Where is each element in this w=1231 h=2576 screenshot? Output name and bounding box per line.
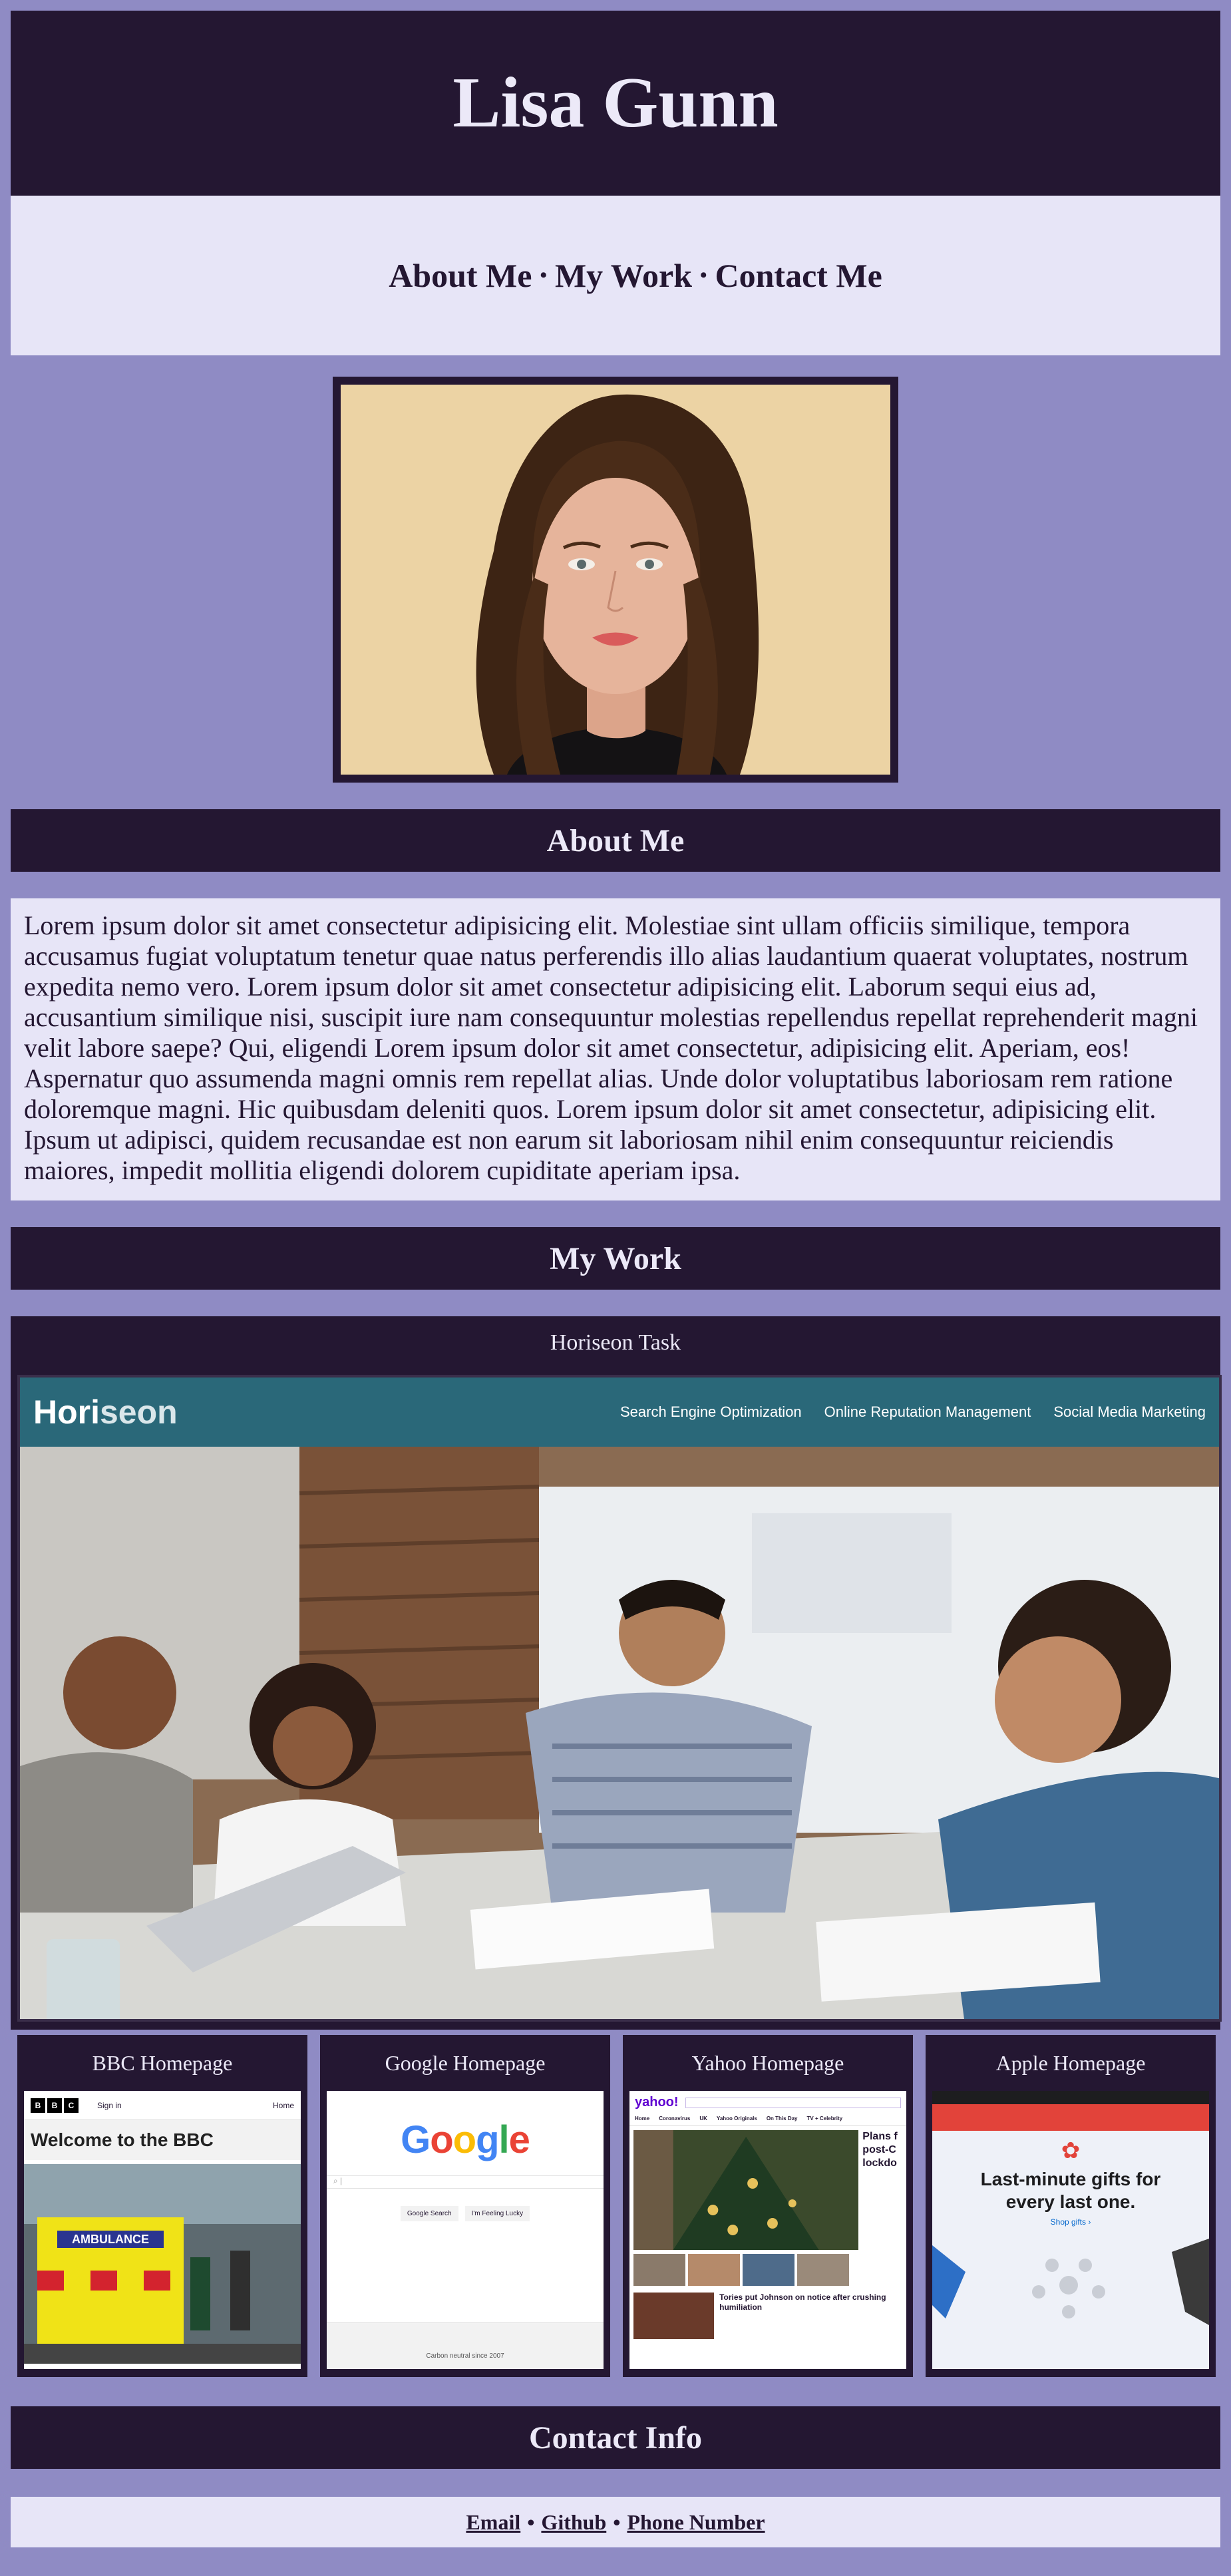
github-link[interactable]: Github: [541, 2510, 606, 2535]
project-title: Apple Homepage: [995, 2050, 1146, 2075]
about-heading-bar: About Me: [11, 809, 1220, 872]
bbc-home: Home: [272, 2100, 294, 2110]
bbc-welcome: Welcome to the BBC: [24, 2120, 301, 2160]
project-card-bbc[interactable]: BBC Homepage B B C Sign in Home Welcome …: [17, 2035, 307, 2377]
yahoo-screenshot[interactable]: yahoo! Home Coronavirus UK Yahoo Originals O…: [629, 2091, 906, 2369]
site-header: Lisa Gunn: [11, 11, 1220, 196]
yahoo-search-input[interactable]: [685, 2097, 901, 2108]
contact-heading: Contact Info: [529, 2420, 702, 2456]
email-link[interactable]: Email: [466, 2510, 520, 2535]
contact-separator: •: [613, 2509, 621, 2534]
project-card-yahoo[interactable]: Yahoo Homepage yahoo! Home Coronavirus UK Y…: [623, 2035, 913, 2377]
about-paragraph: Lorem ipsum dolor sit amet consectetur a…: [11, 898, 1220, 1200]
yahoo-headline: Tories put Johnson on notice after crush…: [719, 2293, 886, 2312]
yahoo-logo: yahoo!: [635, 2095, 679, 2110]
horiseon-logo: Horiseon: [33, 1393, 178, 1431]
apple-shop-link[interactable]: Shop gifts ›: [932, 2217, 1209, 2227]
horiseon-nav-orm: Online Reputation Management: [824, 1403, 1031, 1420]
nav-separator: •: [540, 264, 547, 286]
apple-headline: Last-minute gifts for every last one.: [980, 2169, 1161, 2212]
project-card-apple[interactable]: Apple Homepage ✿ Last-minute gifts for ev…: [926, 2035, 1216, 2377]
google-lucky-button[interactable]: I'm Feeling Lucky: [464, 2206, 530, 2221]
featured-project[interactable]: Horiseon Task Horiseon Search Engine Opt…: [11, 1316, 1222, 2030]
project-title: BBC Homepage: [92, 2050, 233, 2075]
nav-link-work[interactable]: My Work: [555, 256, 692, 295]
apple-screenshot[interactable]: ✿ Last-minute gifts for every last one. S…: [932, 2091, 1209, 2369]
project-card-google[interactable]: Google Homepage Google ⌕ | Google Search…: [320, 2035, 610, 2377]
horiseon-hero-image: [20, 1447, 1219, 2019]
contact-separator: •: [527, 2509, 535, 2534]
bbc-sign-in: Sign in: [97, 2100, 122, 2110]
nav-link-contact[interactable]: Contact Me: [715, 256, 882, 295]
featured-project-title: Horiseon Task: [550, 1330, 681, 1355]
nav-link-about[interactable]: About Me: [389, 256, 532, 295]
yahoo-side-headline: Plans f post-C lockdo: [862, 2131, 898, 2169]
portrait-frame: [333, 377, 898, 783]
google-logo: Google: [401, 2118, 530, 2161]
site-title: Lisa Gunn: [452, 63, 779, 142]
svg-text:AMBULANCE: AMBULANCE: [72, 2233, 149, 2246]
google-screenshot[interactable]: Google ⌕ | Google Search I'm Feeling Luc…: [327, 2091, 604, 2369]
horiseon-header: Horiseon Search Engine Optimization Onli…: [20, 1378, 1219, 1447]
main-nav: About Me • My Work • Contact Me: [11, 196, 1220, 355]
contact-links: Email • Github • Phone Number: [11, 2497, 1220, 2547]
google-footer: Carbon neutral since 2007: [327, 2322, 604, 2369]
work-heading-bar: My Work: [11, 1227, 1220, 1290]
contact-heading-bar: Contact Info: [11, 2406, 1220, 2469]
project-title: Yahoo Homepage: [691, 2050, 844, 2075]
horiseon-nav-seo: Search Engine Optimization: [619, 1403, 802, 1420]
apple-gift-icon: ✿: [1061, 2138, 1081, 2163]
work-heading: My Work: [550, 1240, 681, 1276]
nav-separator: •: [700, 264, 707, 286]
about-heading: About Me: [546, 823, 685, 858]
portrait-image: [341, 385, 890, 775]
phone-link[interactable]: Phone Number: [627, 2510, 765, 2535]
project-title: Google Homepage: [385, 2050, 546, 2075]
horiseon-screenshot[interactable]: Horiseon Search Engine Optimization Onli…: [17, 1375, 1222, 2022]
google-search-button[interactable]: Google Search: [400, 2206, 458, 2221]
horiseon-nav-smm: Social Media Marketing: [1053, 1403, 1206, 1420]
google-search-input[interactable]: ⌕ |: [327, 2175, 604, 2189]
bbc-screenshot[interactable]: B B C Sign in Home Welcome to the BBC AM…: [24, 2091, 301, 2369]
